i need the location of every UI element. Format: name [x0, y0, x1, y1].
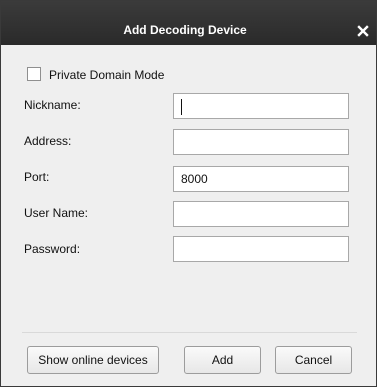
button-area-divider	[22, 332, 357, 333]
username-label: User Name:	[24, 206, 89, 220]
cancel-button[interactable]: Cancel	[275, 346, 352, 374]
add-button[interactable]: Add	[184, 346, 261, 374]
address-input[interactable]	[173, 129, 349, 155]
nickname-label: Nickname:	[24, 98, 81, 112]
close-icon[interactable]	[357, 25, 369, 37]
username-input[interactable]	[173, 201, 349, 227]
password-label: Password:	[24, 242, 81, 256]
password-input[interactable]	[173, 236, 349, 262]
port-label: Port:	[24, 170, 50, 184]
port-input[interactable]	[173, 166, 349, 192]
show-online-devices-button[interactable]: Show online devices	[27, 346, 159, 374]
address-label: Address:	[24, 134, 72, 148]
nickname-input[interactable]	[173, 93, 349, 119]
text-caret	[181, 99, 182, 115]
dialog-title: Add Decoding Device	[123, 23, 247, 37]
dialog-titlebar: Add Decoding Device	[1, 1, 376, 45]
add-decoding-device-dialog: Add Decoding Device Private Domain Mode …	[0, 0, 377, 387]
private-domain-label: Private Domain Mode	[49, 68, 165, 82]
private-domain-checkbox[interactable]	[27, 67, 41, 81]
